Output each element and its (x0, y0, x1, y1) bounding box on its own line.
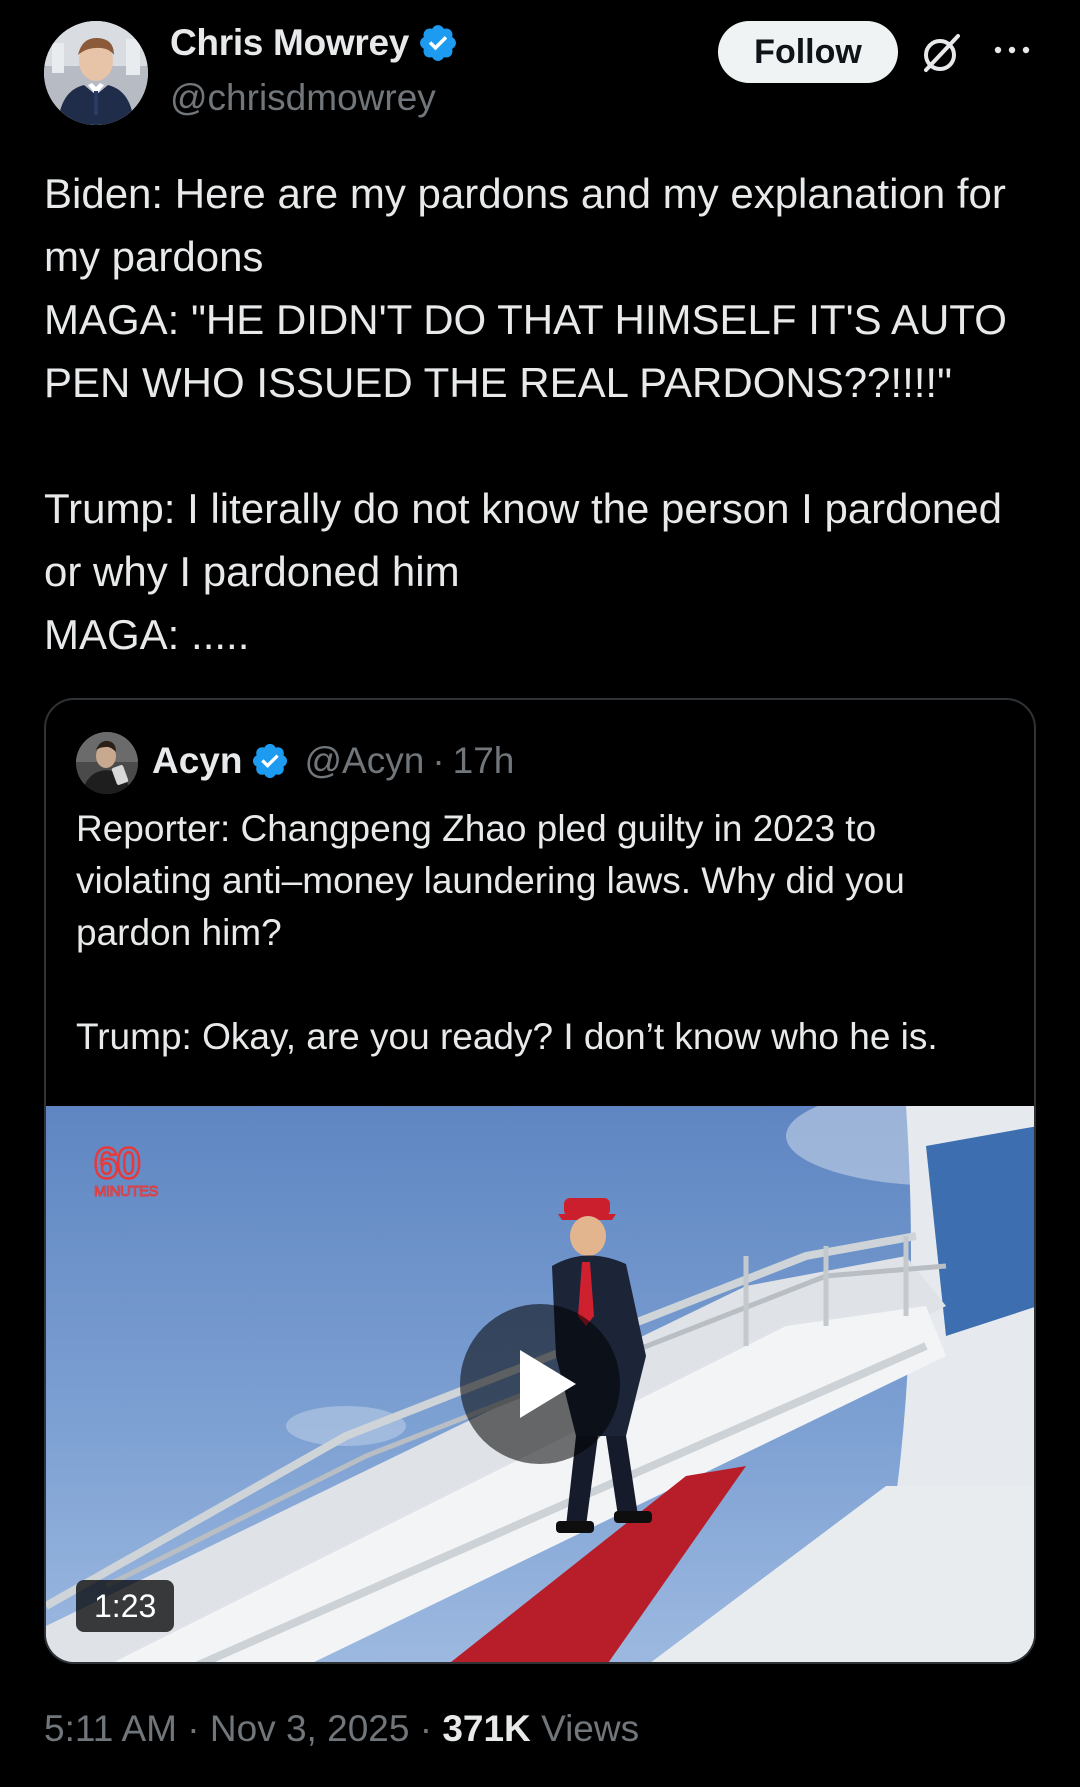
tweet-time[interactable]: 5:11 AM (44, 1708, 177, 1750)
tweet-meta: 5:11 AM · Nov 3, 2025 · 371K Views (44, 1708, 639, 1750)
quote-tweet-card[interactable]: Acyn @Acyn · 17h Reporter: Changpeng Zha… (44, 698, 1036, 1664)
more-icon[interactable] (990, 38, 1034, 62)
video-duration-badge: 1:23 (76, 1580, 175, 1632)
quote-text: Reporter: Changpeng Zhao pled guilty in … (76, 808, 938, 1057)
quote-avatar-image (76, 732, 138, 794)
quote-separator: · (432, 740, 445, 781)
meta-separator-2: · (409, 1708, 443, 1749)
quote-timestamp: 17h (452, 740, 515, 781)
verified-badge-icon[interactable] (417, 22, 459, 64)
author-handle[interactable]: @chrisdmowrey (170, 77, 436, 119)
quote-author-handle: @Acyn (304, 740, 425, 781)
tweet-date[interactable]: Nov 3, 2025 (210, 1708, 410, 1750)
play-icon (520, 1350, 576, 1418)
sixty-minutes-logo: 60 MINUTES (93, 1140, 160, 1200)
play-button[interactable] (460, 1304, 620, 1464)
views-label: Views (541, 1708, 640, 1749)
svg-text:60: 60 (94, 1140, 139, 1188)
avatar-image (44, 21, 148, 125)
grok-icon[interactable] (918, 30, 964, 76)
quote-author-avatar (76, 732, 138, 794)
quote-verified-badge-icon (253, 743, 288, 779)
svg-text:MINUTES: MINUTES (94, 1183, 158, 1200)
author-name[interactable]: Chris Mowrey (170, 22, 409, 64)
quote-author-name[interactable]: Acyn (152, 740, 242, 782)
tweet-text: Biden: Here are my pardons and my explan… (44, 170, 1007, 658)
tweet: Chris Mowrey @chrisdmowrey Follow Biden:… (0, 0, 1080, 1787)
follow-button[interactable]: Follow (718, 21, 898, 83)
video-player[interactable]: 60 MINUTES 1:23 (46, 1106, 1034, 1662)
meta-separator: · (177, 1708, 210, 1749)
quote-header: Acyn @Acyn · 17h (152, 740, 514, 782)
author-name-row: Chris Mowrey (170, 22, 459, 64)
author-avatar[interactable] (44, 21, 148, 125)
views-spacer (531, 1708, 541, 1750)
views-count[interactable]: 371K (442, 1708, 530, 1750)
